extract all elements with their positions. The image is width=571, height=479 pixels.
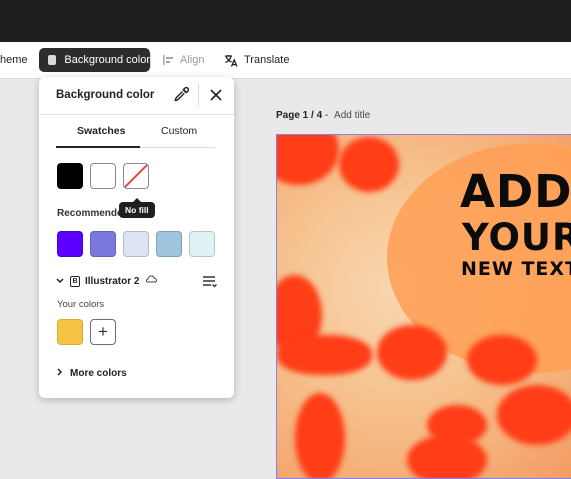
theme-button[interactable]: heme bbox=[0, 48, 28, 72]
page-indicator: Page 1 / 4 bbox=[276, 110, 323, 121]
app-top-bar bbox=[0, 0, 571, 42]
your-colors-label: Your colors bbox=[57, 299, 105, 310]
library-icon: B bbox=[70, 275, 80, 287]
swatch-white[interactable] bbox=[90, 163, 116, 189]
add-color-button[interactable]: + bbox=[90, 319, 116, 345]
red-blob bbox=[277, 335, 372, 375]
swatch-black[interactable] bbox=[57, 163, 83, 189]
red-blob bbox=[497, 385, 571, 445]
headline-line-3[interactable]: NEW TEXT bbox=[461, 260, 571, 279]
artboard[interactable]: ADD YOUR NEW TEXT bbox=[276, 134, 571, 479]
chevron-down-icon bbox=[56, 276, 64, 287]
translate-icon bbox=[224, 54, 238, 67]
eyedropper-icon[interactable] bbox=[172, 86, 190, 104]
align-label: Align bbox=[180, 54, 205, 66]
background-color-label: Background color bbox=[64, 54, 150, 66]
headline-line-2[interactable]: YOUR bbox=[462, 219, 571, 256]
more-colors-toggle[interactable]: More colors bbox=[57, 368, 127, 379]
close-icon[interactable] bbox=[207, 86, 225, 104]
translate-label: Translate bbox=[244, 54, 290, 66]
no-fill-tooltip: No fill bbox=[119, 198, 155, 218]
color-chip-icon bbox=[48, 55, 57, 65]
add-icon: + bbox=[98, 322, 108, 341]
active-tab-indicator bbox=[56, 146, 140, 148]
library-name: Illustrator 2 bbox=[85, 275, 140, 287]
recommended-swatch[interactable] bbox=[156, 231, 182, 257]
library-menu-icon[interactable] bbox=[202, 275, 218, 289]
align-icon bbox=[162, 54, 174, 66]
caption-separator: - bbox=[322, 110, 332, 121]
red-blob bbox=[295, 393, 345, 478]
recommended-swatch[interactable] bbox=[189, 231, 215, 257]
your-color-swatch[interactable] bbox=[57, 319, 83, 345]
recommended-swatch[interactable] bbox=[123, 231, 149, 257]
chevron-right-icon bbox=[57, 368, 63, 379]
tab-custom[interactable]: Custom bbox=[161, 125, 197, 137]
red-blob bbox=[407, 435, 487, 478]
tab-swatches[interactable]: Swatches bbox=[77, 125, 125, 137]
recommended-swatch[interactable] bbox=[57, 231, 83, 257]
add-title-link[interactable]: Add title bbox=[334, 110, 370, 121]
no-fill-slash-icon bbox=[124, 164, 148, 188]
library-selector[interactable]: B Illustrator 2 bbox=[56, 275, 158, 287]
background-color-button[interactable]: Background color bbox=[39, 48, 150, 72]
header-divider bbox=[198, 83, 199, 107]
align-button[interactable]: Align bbox=[162, 48, 204, 72]
page-caption: Page 1 / 4 - Add title bbox=[276, 110, 370, 121]
toolbar-divider bbox=[150, 53, 151, 68]
red-blob bbox=[467, 335, 537, 385]
panel-title: Background color bbox=[56, 89, 155, 101]
theme-label: heme bbox=[0, 54, 28, 66]
background-color-panel: Background color Swatches Custom Recomme… bbox=[39, 77, 234, 398]
creative-cloud-icon bbox=[146, 275, 158, 287]
swatch-no-fill[interactable] bbox=[123, 163, 149, 189]
red-blob bbox=[377, 325, 447, 380]
more-colors-label: More colors bbox=[70, 368, 127, 379]
contextual-toolbar: heme Background color Align Translate bbox=[0, 42, 571, 79]
red-blob bbox=[339, 137, 399, 192]
headline-line-1[interactable]: ADD bbox=[460, 169, 571, 214]
recommended-label: Recommended bbox=[57, 208, 129, 219]
translate-button[interactable]: Translate bbox=[224, 48, 289, 72]
recommended-swatch[interactable] bbox=[90, 231, 116, 257]
header-separator bbox=[39, 114, 234, 115]
